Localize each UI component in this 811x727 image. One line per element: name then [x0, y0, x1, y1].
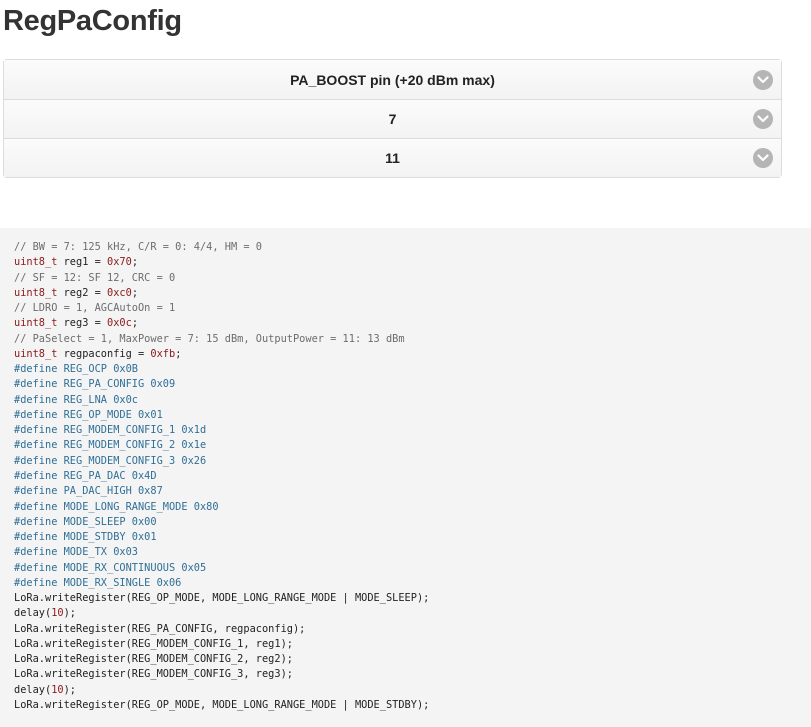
- code-token-define: #define MODE_SLEEP 0x00: [14, 515, 157, 528]
- max-power-value: 7: [388, 111, 397, 127]
- code-token-define: #define MODE_STDBY 0x01: [14, 531, 157, 544]
- code-token-define: #define REG_PA_DAC 0x4D: [14, 469, 157, 482]
- chevron-down-icon[interactable]: [753, 69, 773, 90]
- code-token-define: #define REG_PA_CONFIG 0x09: [14, 378, 176, 391]
- code-line: LoRa.writeRegister(REG_PA_CONFIG, regpac…: [14, 622, 811, 637]
- code-line: #define MODE_LONG_RANGE_MODE 0x80: [14, 500, 811, 515]
- code-token-num: 0xfb: [150, 347, 176, 360]
- code-token-num: 10: [51, 607, 64, 620]
- code-line: #define PA_DAC_HIGH 0x87: [14, 484, 811, 499]
- chevron-down-icon[interactable]: [753, 109, 773, 129]
- code-line: LoRa.writeRegister(REG_OP_MODE, MODE_LON…: [14, 591, 811, 606]
- max-power-dropdown[interactable]: 7: [4, 99, 781, 138]
- code-line: #define REG_PA_DAC 0x4D: [14, 469, 811, 484]
- code-token-plain: LoRa.writeRegister(REG_MODEM_CONFIG_2, r…: [14, 653, 293, 666]
- code-token-type: uint8_t: [14, 256, 58, 269]
- settings-select-group: PA_BOOST pin (+20 dBm max) 7 11: [3, 59, 782, 178]
- code-token-plain: LoRa.writeRegister(REG_MODEM_CONFIG_3, r…: [14, 668, 293, 681]
- code-token-plain: LoRa.writeRegister(REG_OP_MODE, MODE_LON…: [14, 592, 430, 605]
- code-line: #define REG_OP_MODE 0x01: [14, 408, 811, 423]
- code-token-define: #define REG_MODEM_CONFIG_3 0x26: [14, 454, 207, 467]
- code-line: #define REG_MODEM_CONFIG_1 0x1d: [14, 423, 811, 438]
- code-line: uint8_t reg2 = 0xc0;: [14, 286, 811, 301]
- code-line: // LDRO = 1, AGCAutoOn = 1: [14, 301, 811, 316]
- code-line: #define REG_PA_CONFIG 0x09: [14, 377, 811, 392]
- code-line: #define REG_LNA 0x0c: [14, 393, 811, 408]
- code-line: // BW = 7: 125 kHz, C/R = 0: 4/4, HM = 0: [14, 240, 811, 255]
- code-token-define: #define PA_DAC_HIGH 0x87: [14, 485, 163, 498]
- code-token-type: uint8_t: [14, 286, 58, 299]
- output-power-dropdown[interactable]: 11: [4, 138, 781, 177]
- output-power-value: 11: [385, 150, 400, 166]
- code-block: // BW = 7: 125 kHz, C/R = 0: 4/4, HM = 0…: [0, 228, 811, 727]
- code-token-comment: // PaSelect = 1, MaxPower = 7: 15 dBm, O…: [14, 332, 405, 345]
- code-token-plain: reg2 =: [57, 286, 108, 299]
- code-token-type: uint8_t: [14, 347, 58, 360]
- code-line: delay(10);: [14, 606, 811, 621]
- code-line: #define MODE_RX_SINGLE 0x06: [14, 576, 811, 591]
- code-token-plain: LoRa.writeRegister(REG_MODEM_CONFIG_1, r…: [14, 637, 293, 650]
- code-token-plain: );: [63, 683, 77, 696]
- code-token-define: #define MODE_RX_SINGLE 0x06: [14, 576, 182, 589]
- code-token-define: #define REG_OCP 0x0B: [14, 363, 138, 376]
- code-token-plain: ;: [131, 256, 139, 269]
- code-line: #define REG_MODEM_CONFIG_2 0x1e: [14, 438, 811, 453]
- pa-select-dropdown[interactable]: PA_BOOST pin (+20 dBm max): [4, 60, 781, 99]
- code-line: uint8_t reg3 = 0x0c;: [14, 316, 811, 331]
- code-line: #define MODE_STDBY 0x01: [14, 530, 811, 545]
- code-token-plain: ;: [131, 286, 139, 299]
- code-token-plain: LoRa.writeRegister(REG_PA_CONFIG, regpac…: [14, 622, 306, 635]
- code-token-comment: // SF = 12: SF 12, CRC = 0: [14, 271, 176, 284]
- code-line: LoRa.writeRegister(REG_OP_MODE, MODE_LON…: [14, 698, 811, 713]
- code-line: #define MODE_TX 0x03: [14, 545, 811, 560]
- code-token-comment: // BW = 7: 125 kHz, C/R = 0: 4/4, HM = 0: [14, 241, 262, 253]
- code-token-define: #define MODE_RX_CONTINUOUS 0x05: [14, 561, 207, 574]
- code-token-plain: reg1 =: [57, 256, 108, 269]
- page-title: RegPaConfig: [3, 5, 182, 37]
- code-token-plain: );: [63, 607, 77, 620]
- code-token-comment: // LDRO = 1, AGCAutoOn = 1: [14, 302, 176, 315]
- code-token-plain: ;: [175, 347, 182, 360]
- code-line: #define MODE_SLEEP 0x00: [14, 515, 811, 530]
- code-line: #define REG_OCP 0x0B: [14, 362, 811, 377]
- code-line: // PaSelect = 1, MaxPower = 7: 15 dBm, O…: [14, 332, 811, 347]
- chevron-down-icon[interactable]: [753, 148, 773, 168]
- code-token-define: #define MODE_LONG_RANGE_MODE 0x80: [14, 500, 219, 513]
- code-line: LoRa.writeRegister(REG_MODEM_CONFIG_1, r…: [14, 637, 811, 652]
- code-token-plain: LoRa.writeRegister(REG_OP_MODE, MODE_LON…: [14, 698, 430, 711]
- code-token-define: #define REG_LNA 0x0c: [14, 393, 138, 406]
- code-line: delay(10);: [14, 683, 811, 698]
- pa-select-value: PA_BOOST pin (+20 dBm max): [290, 71, 495, 88]
- code-line: uint8_t regpaconfig = 0xfb;: [14, 347, 811, 362]
- code-line: LoRa.writeRegister(REG_MODEM_CONFIG_3, r…: [14, 667, 811, 682]
- code-token-plain: regpaconfig =: [57, 347, 151, 360]
- code-token-num: 0x70: [107, 256, 132, 269]
- code-token-define: #define REG_MODEM_CONFIG_1 0x1d: [14, 424, 207, 437]
- code-token-plain: ;: [131, 317, 139, 330]
- code-line: #define REG_MODEM_CONFIG_3 0x26: [14, 454, 811, 469]
- code-token-num: 0xc0: [107, 286, 132, 299]
- code-line: uint8_t reg1 = 0x70;: [14, 255, 811, 270]
- code-token-num: 0x0c: [107, 317, 132, 330]
- code-token-define: #define REG_OP_MODE 0x01: [14, 408, 163, 421]
- code-token-plain: reg3 =: [57, 317, 108, 330]
- code-line: // SF = 12: SF 12, CRC = 0: [14, 271, 811, 286]
- code-line: LoRa.writeRegister(REG_MODEM_CONFIG_2, r…: [14, 652, 811, 667]
- code-token-define: #define REG_MODEM_CONFIG_2 0x1e: [14, 439, 207, 452]
- code-token-plain: delay(: [14, 683, 52, 696]
- code-token-plain: delay(: [14, 607, 52, 620]
- code-line: #define MODE_RX_CONTINUOUS 0x05: [14, 561, 811, 576]
- code-token-type: uint8_t: [14, 317, 58, 330]
- code-token-define: #define MODE_TX 0x03: [14, 546, 138, 559]
- code-token-num: 10: [51, 683, 64, 696]
